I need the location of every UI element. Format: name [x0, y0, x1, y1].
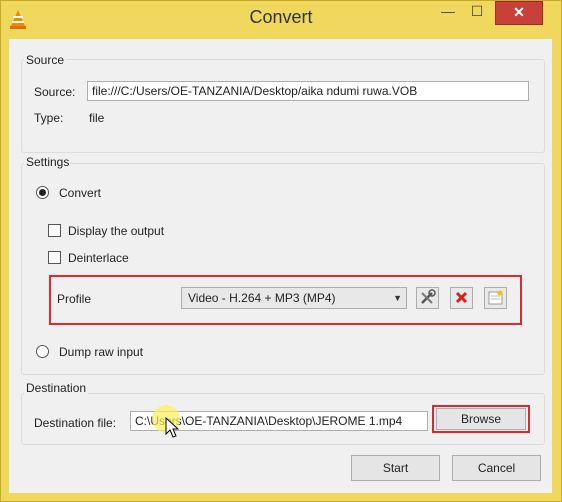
title-bar[interactable]: Convert — ☐ ✕: [1, 1, 561, 39]
minimize-button[interactable]: —: [434, 1, 462, 23]
convert-radio[interactable]: [36, 186, 49, 199]
profile-select-value: Video - H.264 + MP3 (MP4): [188, 291, 336, 305]
deinterlace-label[interactable]: Deinterlace: [68, 251, 129, 265]
convert-label[interactable]: Convert: [59, 186, 101, 200]
delete-profile-button[interactable]: [450, 287, 473, 309]
profile-label: Profile: [57, 292, 92, 306]
deinterlace-checkbox[interactable]: [48, 251, 61, 264]
dialog-body: Source Source: file:///C:/Users/OE-TANZA…: [9, 39, 552, 493]
type-label: Type:: [34, 111, 64, 125]
chevron-down-icon: ▼: [393, 293, 402, 303]
maximize-button[interactable]: ☐: [463, 1, 491, 23]
cancel-button[interactable]: Cancel: [452, 455, 541, 481]
destination-file-label: Destination file:: [34, 416, 117, 430]
dump-raw-label[interactable]: Dump raw input: [59, 345, 143, 359]
type-value: file: [89, 111, 105, 125]
dump-raw-radio[interactable]: [36, 345, 49, 358]
delete-profile-icon: [455, 291, 468, 304]
display-output-checkbox[interactable]: [48, 224, 61, 237]
browse-button[interactable]: Browse: [436, 408, 526, 430]
mouse-cursor-icon: [165, 417, 180, 438]
start-button[interactable]: Start: [351, 455, 440, 481]
convert-dialog: Convert — ☐ ✕ Source Source: file:///C:/…: [0, 0, 562, 502]
wrench-icon: [421, 289, 436, 304]
close-button[interactable]: ✕: [495, 1, 543, 25]
profile-select[interactable]: Video - H.264 + MP3 (MP4) ▼: [181, 287, 407, 309]
settings-group-label: Settings: [24, 155, 72, 169]
new-profile-icon: [488, 290, 503, 305]
source-field[interactable]: file:///C:/Users/OE-TANZANIA/Desktop/aik…: [87, 81, 529, 101]
destination-group-label: Destination: [24, 381, 89, 395]
edit-profile-button[interactable]: [416, 287, 439, 309]
new-profile-button[interactable]: [484, 287, 507, 309]
display-output-label[interactable]: Display the output: [68, 224, 164, 238]
source-label: Source:: [34, 85, 76, 99]
source-group: [21, 59, 545, 153]
source-group-label: Source: [24, 53, 67, 67]
